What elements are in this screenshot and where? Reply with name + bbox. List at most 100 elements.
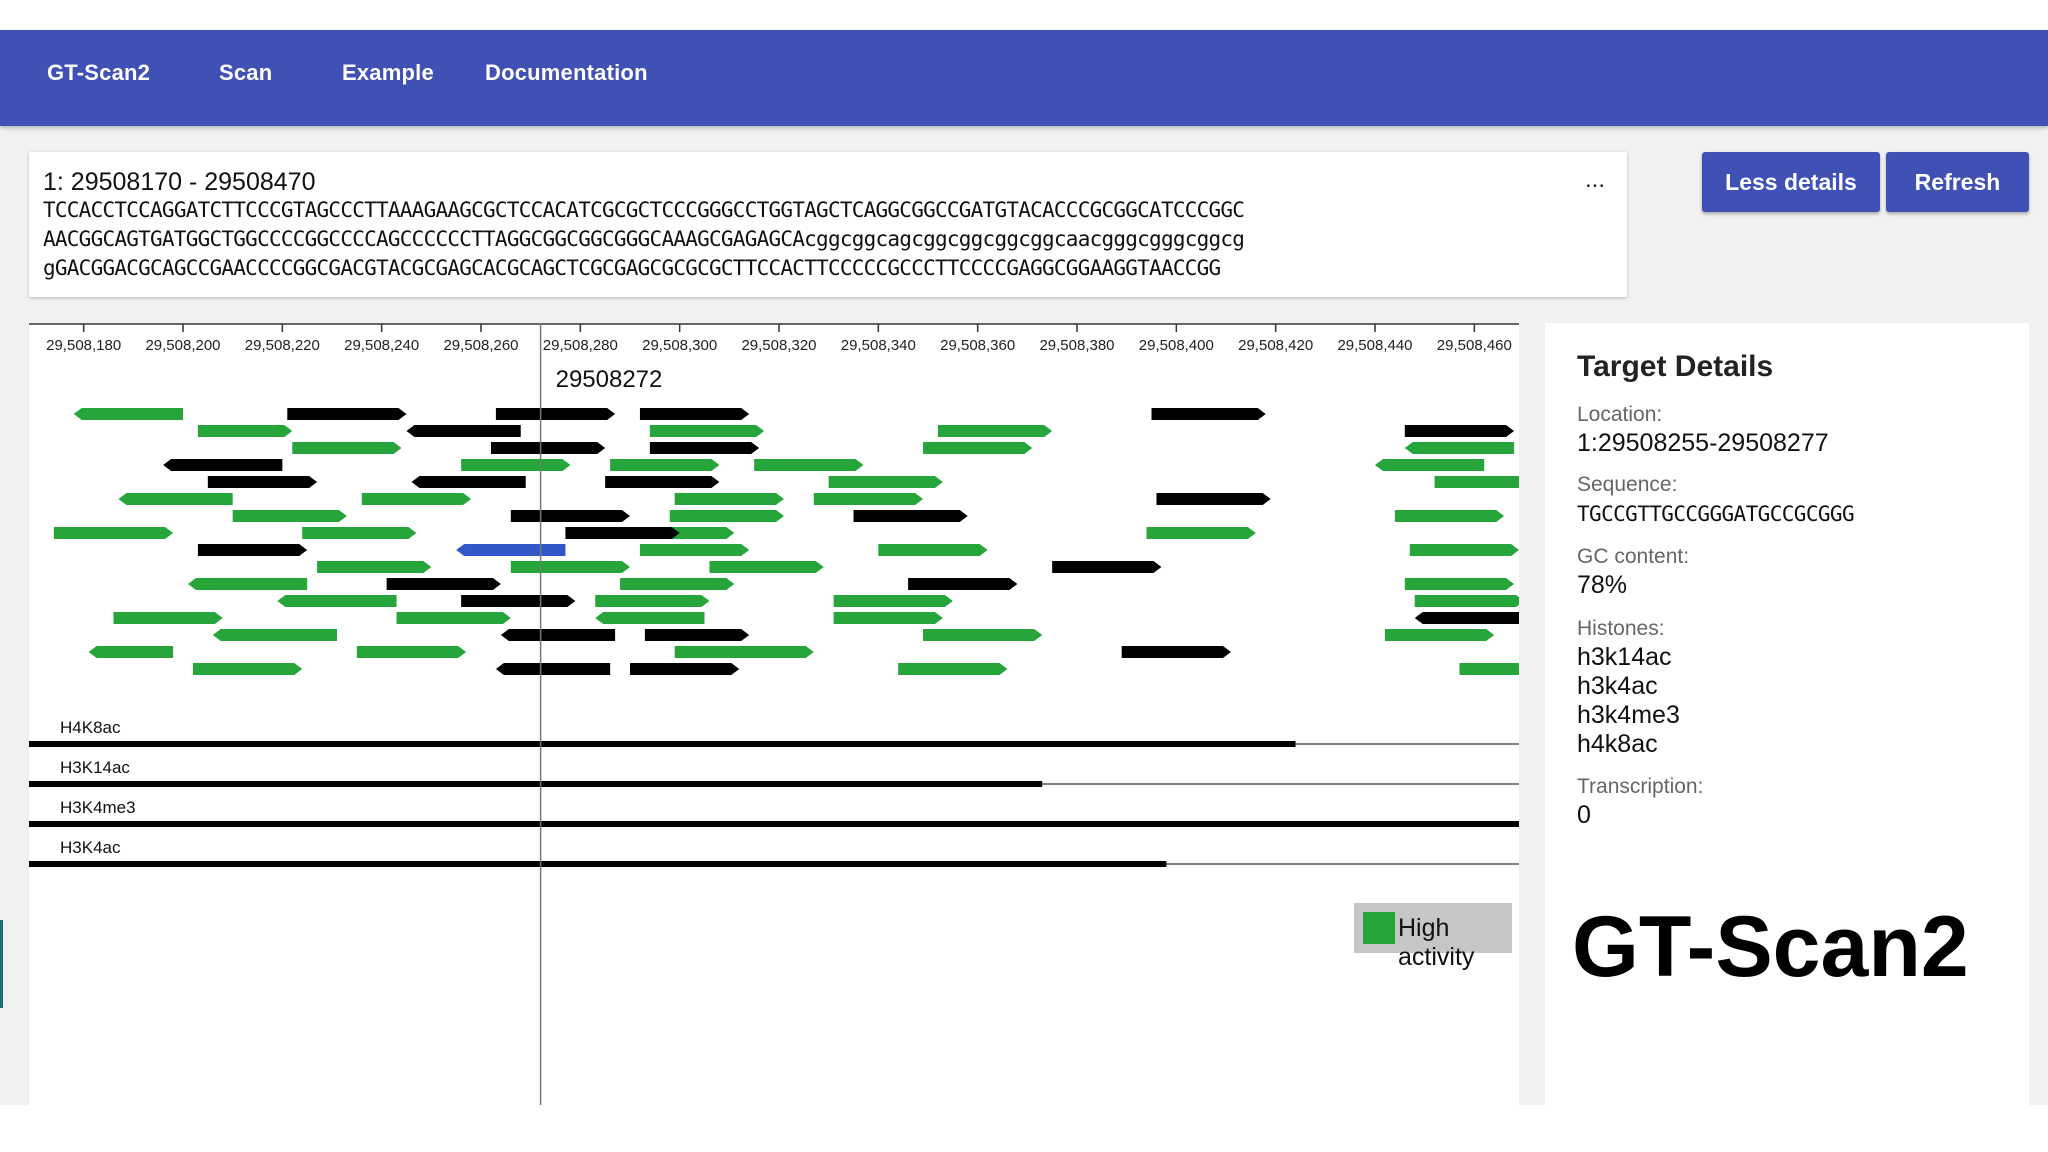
- crispr-target-arrow[interactable]: [898, 663, 1008, 675]
- crispr-target-arrow[interactable]: [461, 595, 576, 607]
- crispr-target-arrow[interactable]: [1156, 493, 1271, 505]
- crispr-target-arrow[interactable]: [639, 544, 750, 556]
- crispr-target-arrow[interactable]: [118, 493, 233, 505]
- crispr-target-arrow[interactable]: [908, 578, 1018, 590]
- refresh-button[interactable]: Refresh: [1886, 152, 2029, 212]
- crispr-target-arrow[interactable]: [361, 493, 472, 505]
- crispr-target-arrow[interactable]: [495, 663, 611, 675]
- crispr-target-arrow[interactable]: [595, 612, 705, 624]
- crispr-target-arrow[interactable]: [709, 561, 824, 573]
- crispr-target-arrow[interactable]: [163, 459, 283, 471]
- crispr-target-arrow[interactable]: [292, 442, 402, 454]
- crispr-target-arrow[interactable]: [1151, 408, 1266, 420]
- crispr-target-arrow[interactable]: [669, 510, 784, 522]
- ruler-tick-label: 29,508,440: [1337, 337, 1412, 354]
- crispr-target-arrow[interactable]: [674, 646, 784, 658]
- crispr-target-arrow[interactable]: [1434, 476, 1519, 488]
- crispr-target-arrow[interactable]: [754, 459, 864, 471]
- crispr-target-arrow[interactable]: [406, 425, 521, 437]
- crispr-target-arrow[interactable]: [937, 425, 1053, 437]
- top-navbar: [0, 30, 2048, 126]
- crispr-target-arrow[interactable]: [411, 476, 526, 488]
- crispr-target-arrow[interactable]: [232, 510, 347, 522]
- crispr-target-arrow[interactable]: [1409, 544, 1519, 556]
- crispr-target-arrow[interactable]: [1384, 629, 1495, 641]
- high-activity-swatch: [1363, 912, 1395, 944]
- genome-browser[interactable]: 29,508,180 29,508,200 29,508,220 29,508,240…: [29, 323, 1519, 1105]
- histone-item: h3k4ac: [1577, 672, 1658, 700]
- crispr-target-arrow[interactable]: [923, 442, 1033, 454]
- crispr-target-arrow[interactable]: [1146, 527, 1256, 539]
- crispr-target-arrow[interactable]: [828, 476, 943, 488]
- crispr-target-arrow[interactable]: [630, 663, 740, 675]
- crispr-target-arrow[interactable]: [1404, 578, 1515, 590]
- crispr-target-arrow[interactable]: [510, 510, 630, 522]
- crispr-target-arrow[interactable]: [386, 578, 501, 590]
- gc-content-label: GC content:: [1577, 545, 1690, 568]
- crispr-target-arrow[interactable]: [192, 663, 303, 675]
- crispr-target-arrow[interactable]: [833, 612, 943, 624]
- crispr-target-arrow[interactable]: [500, 629, 616, 641]
- nav-scan[interactable]: Scan: [219, 60, 272, 86]
- nav-documentation[interactable]: Documentation: [485, 60, 648, 86]
- crispr-target-arrow[interactable]: [1404, 442, 1515, 454]
- crispr-target-arrow[interactable]: [461, 459, 571, 471]
- crispr-target-arrow[interactable]: [674, 493, 784, 505]
- more-options-icon[interactable]: ...: [1585, 166, 1605, 194]
- crispr-target-arrow[interactable]: [287, 408, 407, 420]
- crispr-target-arrow[interactable]: [639, 408, 750, 420]
- crispr-target-arrow[interactable]: [649, 442, 760, 454]
- histone-signal-bar: [29, 861, 1167, 867]
- location-value: 1:29508255-29508277: [1577, 429, 1829, 457]
- histone-item: h4k8ac: [1577, 730, 1658, 758]
- crispr-target-arrow[interactable]: [317, 561, 432, 573]
- crispr-target-arrow[interactable]: [212, 629, 337, 641]
- crispr-target-arrow[interactable]: [1375, 459, 1485, 471]
- crispr-target-arrow[interactable]: [277, 595, 397, 607]
- crispr-target-arrow[interactable]: [1414, 612, 1519, 624]
- histone-item: h3k14ac: [1577, 643, 1672, 671]
- crispr-target-arrow[interactable]: [1121, 646, 1231, 658]
- crispr-target-arrow[interactable]: [396, 612, 511, 624]
- crispr-target-arrow[interactable]: [853, 510, 968, 522]
- crispr-target-arrow[interactable]: [456, 544, 566, 556]
- crispr-target-arrow[interactable]: [813, 493, 924, 505]
- genome-browser-canvas[interactable]: 29,508,180 29,508,200 29,508,220 29,508,240…: [29, 323, 1519, 1105]
- crispr-target-arrow[interactable]: [113, 612, 223, 624]
- crispr-target-arrow[interactable]: [490, 442, 606, 454]
- crispr-target-arrow[interactable]: [1404, 425, 1515, 437]
- crispr-target-arrow[interactable]: [302, 527, 417, 539]
- nav-example[interactable]: Example: [342, 60, 434, 86]
- crispr-target-arrow[interactable]: [207, 476, 318, 488]
- less-details-button[interactable]: Less details: [1702, 152, 1880, 212]
- crispr-target-arrow[interactable]: [1414, 595, 1519, 607]
- nav-home-gt-scan2[interactable]: GT-Scan2: [47, 60, 150, 86]
- crispr-target-arrow[interactable]: [53, 527, 174, 539]
- crispr-target-arrow[interactable]: [88, 646, 174, 658]
- crispr-target-arrow[interactable]: [197, 544, 308, 556]
- crispr-target-arrow[interactable]: [1394, 510, 1505, 522]
- ruler-tick-label: 29,508,460: [1437, 337, 1512, 354]
- crispr-target-arrow[interactable]: [356, 646, 467, 658]
- crispr-target-arrow[interactable]: [197, 425, 293, 437]
- crispr-target-arrow[interactable]: [833, 595, 953, 607]
- crispr-target-arrow[interactable]: [187, 578, 308, 590]
- crispr-target-arrow[interactable]: [1052, 561, 1162, 573]
- crispr-target-arrow[interactable]: [923, 629, 1043, 641]
- crispr-target-arrow[interactable]: [595, 595, 710, 607]
- crispr-target-arrow[interactable]: [495, 408, 616, 420]
- crispr-target-arrow[interactable]: [605, 476, 720, 488]
- left-edge-accent: [0, 920, 3, 1008]
- crispr-target-arrow[interactable]: [1459, 663, 1519, 675]
- ruler-tick-label: 29,508,360: [940, 337, 1015, 354]
- crispr-target-arrow[interactable]: [73, 408, 183, 420]
- crispr-target-arrow[interactable]: [649, 425, 765, 437]
- crispr-target-arrow[interactable]: [878, 544, 988, 556]
- crispr-target-arrow[interactable]: [565, 527, 680, 539]
- crispr-target-arrow[interactable]: [610, 459, 720, 471]
- crispr-target-arrow[interactable]: [644, 629, 750, 641]
- crispr-target-arrow[interactable]: [510, 561, 630, 573]
- crispr-target-arrow[interactable]: [620, 578, 735, 590]
- ruler-tick-label: 29,508,320: [741, 337, 816, 354]
- target-track[interactable]: [53, 408, 1519, 675]
